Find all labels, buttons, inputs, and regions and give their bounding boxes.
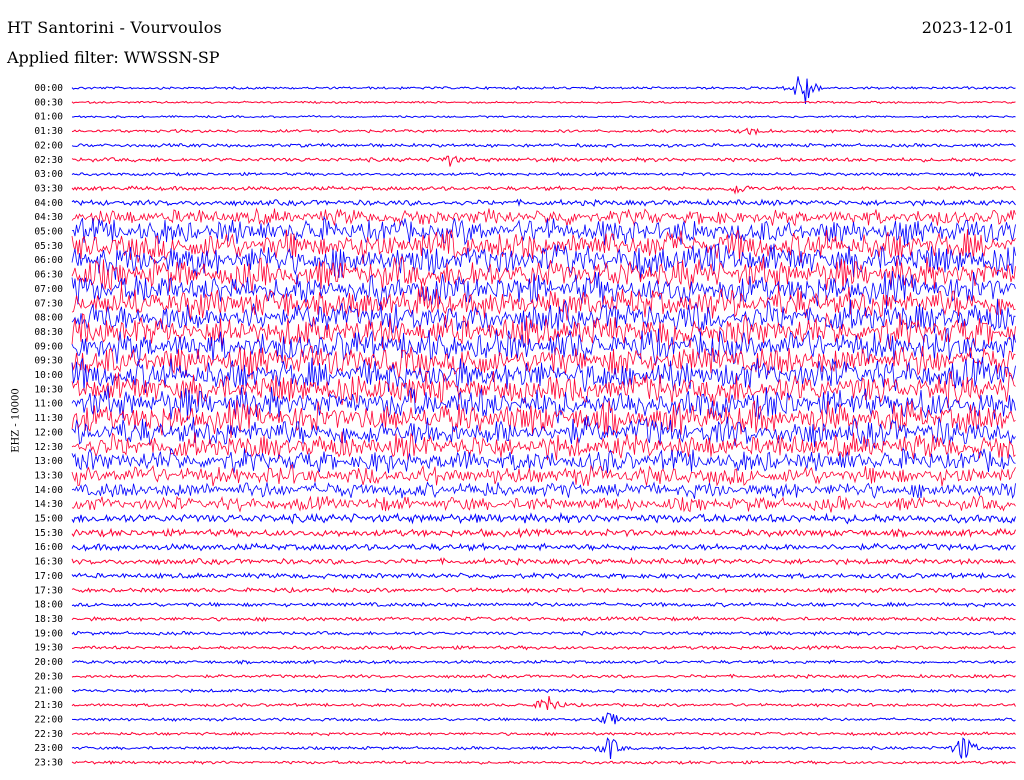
row-time-label: 08:00 — [34, 313, 63, 324]
trace-group — [71, 76, 1016, 765]
row-time-label: 00:00 — [34, 83, 63, 94]
row-time-label: 21:30 — [34, 700, 63, 711]
row-time-label: 22:00 — [34, 714, 63, 725]
row-time-label: 05:00 — [34, 227, 63, 238]
trace-row — [71, 155, 1016, 167]
row-time-label: 05:30 — [34, 241, 63, 252]
row-time-label: 17:00 — [34, 571, 63, 582]
trace-row — [71, 737, 1016, 759]
trace-row — [71, 185, 1016, 195]
trace-row — [71, 601, 1016, 608]
row-time-label: 00:30 — [34, 97, 63, 108]
row-time-label: 07:30 — [34, 298, 63, 309]
row-time-label: 09:30 — [34, 356, 63, 367]
row-time-label: 18:30 — [34, 614, 63, 625]
row-time-label: 13:30 — [34, 470, 63, 481]
trace-row — [71, 687, 1016, 694]
row-time-label: 09:00 — [34, 341, 63, 352]
row-time-label: 23:30 — [34, 757, 63, 768]
trace-row — [71, 171, 1016, 177]
trace-row — [71, 215, 1016, 247]
row-time-label: 12:00 — [34, 427, 63, 438]
trace-row — [71, 127, 1016, 136]
row-time-label: 04:30 — [34, 212, 63, 223]
row-time-label: 17:30 — [34, 585, 63, 596]
trace-row — [71, 511, 1016, 525]
row-time-label: 10:30 — [34, 384, 63, 395]
trace-row — [71, 644, 1016, 651]
row-time-label: 20:30 — [34, 671, 63, 682]
row-time-label: 06:00 — [34, 255, 63, 266]
trace-row — [71, 731, 1016, 737]
row-time-label: 11:00 — [34, 399, 63, 410]
trace-row — [72, 114, 1016, 119]
trace-row — [71, 630, 1016, 637]
row-time-label: 06:30 — [34, 270, 63, 281]
trace-row — [71, 495, 1016, 513]
row-time-label: 16:30 — [34, 557, 63, 568]
trace-row — [71, 527, 1016, 539]
row-time-label: 16:00 — [34, 542, 63, 553]
trace-row — [71, 207, 1016, 227]
row-time-label: 19:00 — [34, 628, 63, 639]
trace-row — [71, 759, 1016, 765]
trace-row — [71, 556, 1016, 566]
row-time-label: 19:30 — [34, 643, 63, 654]
trace-row — [71, 100, 1016, 105]
trace-row — [71, 586, 1016, 594]
row-time-label: 02:30 — [34, 155, 63, 166]
trace-row — [71, 198, 1016, 207]
trace-row — [71, 712, 1016, 725]
row-time-label: 15:00 — [34, 514, 63, 525]
trace-row — [71, 696, 1016, 711]
row-time-label: 03:00 — [34, 169, 63, 180]
row-time-label: 01:00 — [34, 112, 63, 123]
trace-row — [71, 447, 1016, 474]
row-time-label: 10:00 — [34, 370, 63, 381]
trace-row — [71, 615, 1016, 622]
row-time-label: 21:00 — [34, 686, 63, 697]
trace-row — [71, 571, 1016, 580]
trace-row — [71, 464, 1016, 487]
row-time-label: 11:30 — [34, 413, 63, 424]
row-time-label: 12:30 — [34, 442, 63, 453]
trace-row — [71, 542, 1016, 552]
row-time-label: 20:00 — [34, 657, 63, 668]
row-time-label: 08:30 — [34, 327, 63, 338]
row-time-label: 14:30 — [34, 499, 63, 510]
trace-row — [71, 673, 1016, 679]
row-time-label: 14:00 — [34, 485, 63, 496]
row-time-label: 02:00 — [34, 140, 63, 151]
trace-row — [72, 659, 1016, 665]
row-time-label: 13:00 — [34, 456, 63, 467]
helicorder-plot: 00:00 00:30 01:00 01:30 02:00 02:30 03:00 03:30… — [34, 76, 1016, 768]
row-time-label: 18:00 — [34, 600, 63, 611]
row-label-group: 00:00 00:30 01:00 01:30 02:00 02:30 03:00 03:30… — [34, 83, 63, 768]
row-time-label: 03:30 — [34, 183, 63, 194]
row-time-label: 01:30 — [34, 126, 63, 137]
trace-row — [71, 76, 1016, 105]
row-time-label: 04:00 — [34, 198, 63, 209]
row-time-label: 07:00 — [34, 284, 63, 295]
row-time-label: 22:30 — [34, 729, 63, 740]
row-time-label: 23:00 — [34, 743, 63, 754]
row-time-label: 15:30 — [34, 528, 63, 539]
trace-row — [71, 142, 1016, 149]
